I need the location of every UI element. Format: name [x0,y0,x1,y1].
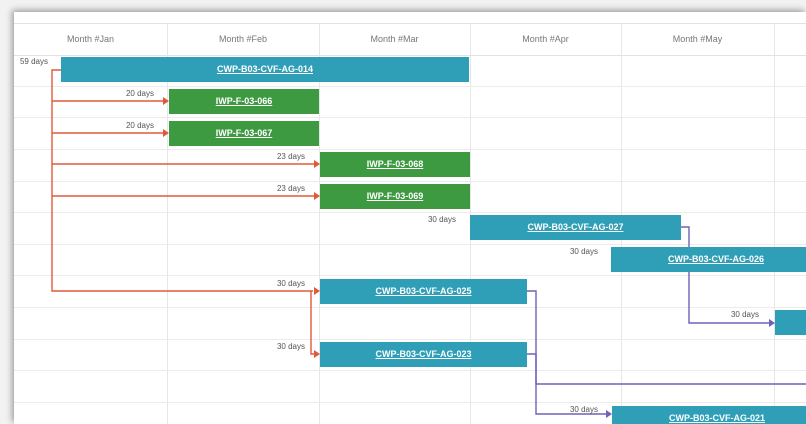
task-bar-cwp-b03-cvf-ag-023[interactable]: CWP-B03-CVF-AG-023 [320,342,527,367]
dependency-link [527,290,606,415]
task-duration-label: 20 days [125,121,154,130]
task-bar-cwp-b03-cvf-ag-026[interactable]: CWP-B03-CVF-AG-026 [611,247,806,272]
task-bar-offscreen[interactable] [775,310,806,335]
task-duration-label: 30 days [730,310,759,319]
task-duration-label: 23 days [276,184,305,193]
task-duration-label: 23 days [276,152,305,161]
dependency-link [310,291,314,355]
task-bar-cwp-b03-cvf-ag-027[interactable]: CWP-B03-CVF-AG-027 [470,215,681,240]
task-bar-cwp-b03-cvf-ag-021[interactable]: CWP-B03-CVF-AG-021 [612,406,806,424]
task-duration-label: 30 days [276,342,305,351]
task-bar-iwp-f-03-067[interactable]: IWP-F-03-067 [169,121,319,146]
task-bar-cwp-b03-cvf-ag-025[interactable]: CWP-B03-CVF-AG-025 [320,279,527,304]
dependency-link [527,353,806,385]
task-bar-iwp-f-03-068[interactable]: IWP-F-03-068 [320,152,470,177]
task-duration-label: 20 days [125,89,154,98]
task-duration-label: 30 days [276,279,305,288]
task-duration-label: 30 days [427,215,456,224]
task-duration-label: 59 days [19,57,48,66]
task-bar-cwp-b03-cvf-ag-014[interactable]: CWP-B03-CVF-AG-014 [61,57,469,82]
gantt-chart-panel: Month #Jan Month #Feb Month #Mar Month #… [14,12,806,424]
task-bar-iwp-f-03-066[interactable]: IWP-F-03-066 [169,89,319,114]
task-duration-label: 30 days [569,405,598,414]
task-duration-label: 30 days [569,247,598,256]
task-bar-iwp-f-03-069[interactable]: IWP-F-03-069 [320,184,470,209]
